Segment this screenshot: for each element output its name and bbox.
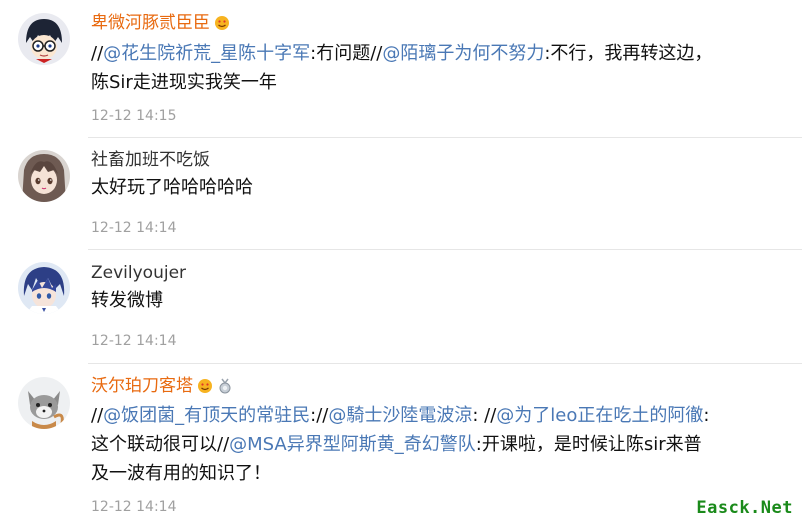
name-row: 卑微河豚贰臣臣 — [91, 11, 230, 35]
username[interactable]: 卑微河豚贰臣臣 — [91, 11, 210, 35]
text-segment: :开课啦，是时候让陈sir来普 — [475, 434, 702, 455]
medal-badge-icon — [217, 378, 233, 394]
text-segment: 转发微博 — [91, 290, 163, 311]
avatar[interactable] — [18, 377, 70, 429]
mention-link[interactable]: @饭团菌_有顶天的常驻民 — [103, 405, 310, 426]
username[interactable]: Zevilyoujer — [91, 261, 186, 285]
text-segment: 太好玩了哈哈哈哈哈 — [91, 177, 253, 198]
comment-text: 太好玩了哈哈哈哈哈 — [91, 173, 786, 202]
text-line: 这个联动很可以//@MSA异界型阿斯黄_奇幻警队:开课啦，是时候让陈sir来普 — [91, 430, 786, 459]
comment-item: Zevilyoujer 转发微博 12-12 14:14 — [0, 250, 802, 364]
avatar-anime-girl-icon — [18, 150, 70, 202]
avatar-conan-icon — [18, 13, 70, 65]
mention-link[interactable]: @MSA异界型阿斯黄_奇幻警队 — [229, 434, 476, 455]
avatar-anime-boy-icon — [18, 262, 70, 314]
comment-item: 卑微河豚贰臣臣 //@花生院祈荒_星陈十字军:冇问题//@陌璃子为何不努力:不行… — [0, 0, 802, 138]
comment-feed: 卑微河豚贰臣臣 //@花生院祈荒_星陈十字军:冇问题//@陌璃子为何不努力:不行… — [0, 0, 802, 522]
name-row: Zevilyoujer — [91, 261, 186, 285]
text-segment: // — [91, 43, 104, 64]
mention-link[interactable]: @騎士沙陸電波涼 — [328, 405, 472, 426]
text-line: 转发微博 — [91, 286, 786, 315]
text-segment: : // — [472, 405, 497, 426]
text-segment: 陈Sir走进现实我笑一年 — [91, 72, 277, 93]
text-segment: // — [91, 405, 104, 426]
text-segment: : — [703, 405, 710, 426]
username[interactable]: 社畜加班不吃饭 — [91, 148, 210, 172]
text-line: 太好玩了哈哈哈哈哈 — [91, 173, 786, 202]
comment-text: 转发微博 — [91, 286, 786, 315]
watermark: Easck.Net — [693, 498, 796, 518]
avatar-fox-icon — [18, 377, 70, 429]
text-segment: 及一波有用的知识了！ — [91, 463, 271, 484]
timestamp: 12-12 14:14 — [91, 333, 177, 349]
mention-link[interactable]: @为了leo正在吃土的阿徹 — [496, 405, 703, 426]
text-line: 陈Sir走进现实我笑一年 — [91, 68, 786, 97]
text-segment: :不行，我再转这边， — [544, 43, 713, 64]
avatar[interactable] — [18, 13, 70, 65]
comment-text: //@饭团菌_有顶天的常驻民://@騎士沙陸電波涼: //@为了leo正在吃土的… — [91, 401, 786, 488]
text-line: //@饭团菌_有顶天的常驻民://@騎士沙陸電波涼: //@为了leo正在吃土的… — [91, 401, 786, 430]
timestamp: 12-12 14:14 — [91, 220, 177, 236]
text-segment: :冇问题// — [310, 43, 383, 64]
mention-link[interactable]: @花生院祈荒_星陈十字军 — [103, 43, 310, 64]
text-line: //@花生院祈荒_星陈十字军:冇问题//@陌璃子为何不努力:不行，我再转这边， — [91, 39, 786, 68]
timestamp: 12-12 14:14 — [91, 499, 177, 515]
text-segment: 这个联动很可以// — [91, 434, 230, 455]
avatar[interactable] — [18, 150, 70, 202]
timestamp: 12-12 14:15 — [91, 108, 177, 124]
name-row: 沃尔珀刀客塔 — [91, 374, 233, 398]
emoji-badge-icon — [214, 15, 230, 31]
emoji-badge-icon — [197, 378, 213, 394]
name-row: 社畜加班不吃饭 — [91, 148, 210, 172]
comment-item: 沃尔珀刀客塔 //@饭团菌_有顶天的常驻民://@騎士沙陸電波涼: //@为了l… — [0, 364, 802, 522]
mention-link[interactable]: @陌璃子为何不努力 — [382, 43, 544, 64]
text-segment: :// — [310, 405, 329, 426]
text-line: 及一波有用的知识了！ — [91, 459, 786, 488]
comment-item: 社畜加班不吃饭 太好玩了哈哈哈哈哈 12-12 14:14 — [0, 138, 802, 250]
avatar[interactable] — [18, 262, 70, 314]
comment-text: //@花生院祈荒_星陈十字军:冇问题//@陌璃子为何不努力:不行，我再转这边， … — [91, 39, 786, 97]
username[interactable]: 沃尔珀刀客塔 — [91, 374, 193, 398]
